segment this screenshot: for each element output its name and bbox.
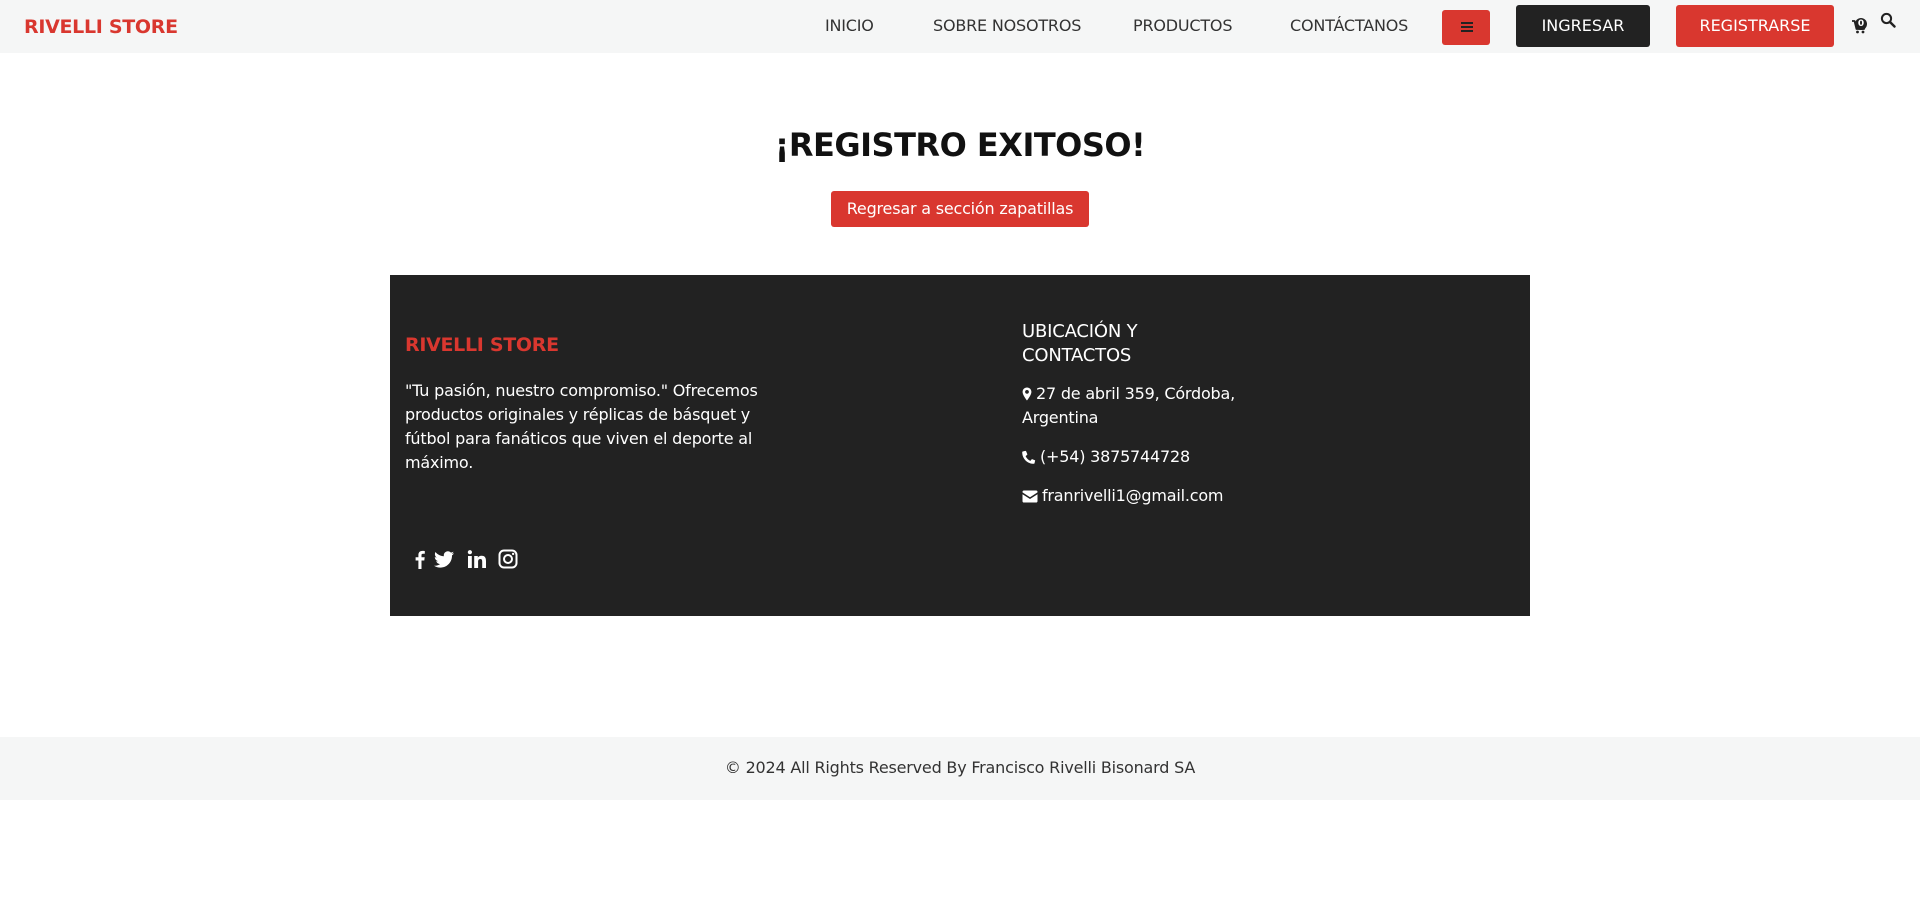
search-icon[interactable] (1880, 12, 1896, 28)
login-button[interactable]: INGRESAR (1516, 5, 1650, 47)
page-title: ¡REGISTRO EXITOSO! (774, 126, 1146, 164)
envelope-icon (1022, 490, 1038, 503)
register-button[interactable]: REGISTRARSE (1676, 5, 1834, 47)
top-navbar: RIVELLI STORE INICIO SOBRE NOSOTROS PROD… (0, 0, 1920, 53)
menu-button[interactable] (1442, 10, 1490, 45)
brand-logo[interactable]: RIVELLI STORE (24, 16, 178, 38)
nav-inicio[interactable]: INICIO (825, 16, 874, 35)
cart-count-badge: 0 (1855, 18, 1867, 30)
phone-icon (1022, 450, 1036, 464)
nav-contactanos[interactable]: CONTÁCTANOS (1290, 16, 1408, 35)
email-line: franrivelli1@gmail.com (1022, 484, 1282, 508)
address-text: 27 de abril 359, Córdoba, Argentina (1022, 384, 1236, 427)
phone-line: (+54) 3875744728 (1022, 445, 1282, 469)
footer-section: RIVELLI STORE "Tu pasión, nuestro compro… (390, 275, 1530, 616)
address-line: 27 de abril 359, Córdoba, Argentina (1022, 382, 1282, 430)
facebook-icon[interactable] (409, 548, 431, 570)
instagram-icon[interactable] (497, 548, 519, 570)
footer-brand: RIVELLI STORE (405, 334, 559, 356)
copyright-bar: © 2024 All Rights Reserved By Francisco … (0, 737, 1920, 800)
nav-productos[interactable]: PRODUCTOS (1133, 16, 1232, 35)
email-text[interactable]: franrivelli1@gmail.com (1042, 486, 1224, 505)
twitter-icon[interactable] (433, 548, 455, 570)
footer-description: "Tu pasión, nuestro compromiso." Ofrecem… (405, 381, 758, 472)
contact-title: UBICACIÓN Y CONTACTOS (1022, 321, 1138, 366)
phone-text: (+54) 3875744728 (1040, 447, 1190, 466)
linkedin-icon[interactable] (466, 548, 488, 570)
map-marker-icon (1022, 387, 1032, 401)
copyright-text: © 2024 All Rights Reserved By Francisco … (724, 758, 1196, 777)
back-to-sneakers-button[interactable]: Regresar a sección zapatillas (831, 191, 1089, 227)
nav-sobre-nosotros[interactable]: SOBRE NOSOTROS (933, 16, 1081, 35)
